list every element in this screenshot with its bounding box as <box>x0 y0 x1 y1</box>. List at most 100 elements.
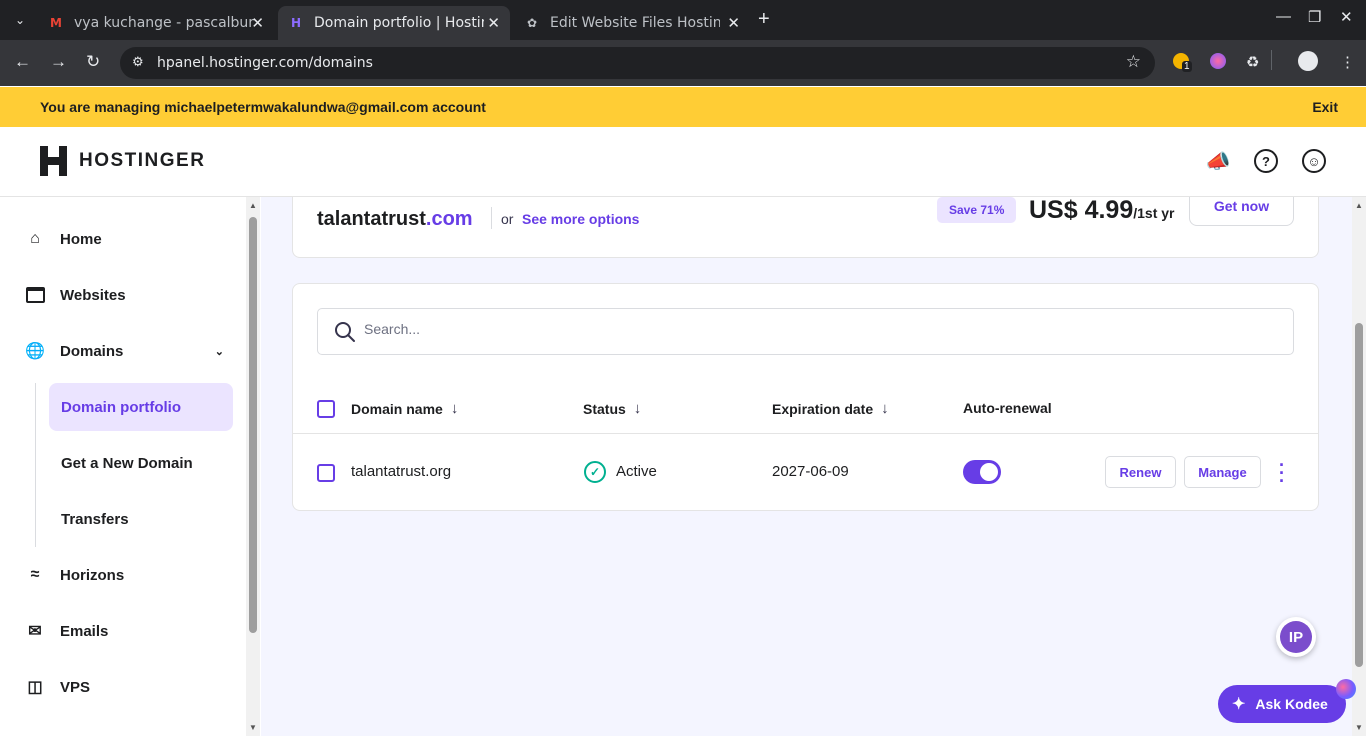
extension-brain-icon[interactable] <box>1210 53 1226 73</box>
toolbar-divider <box>1271 50 1272 70</box>
expiration-date-cell: 2027-06-09 <box>772 463 849 480</box>
check-circle-icon: ✓ <box>584 461 606 483</box>
main-scroll-thumb[interactable] <box>1355 323 1363 667</box>
mail-icon: ✉ <box>28 623 42 640</box>
new-tab-icon[interactable]: + <box>758 8 770 31</box>
column-auto-renewal: Auto-renewal <box>963 400 1052 416</box>
home-icon: ⌂ <box>30 230 40 247</box>
scroll-down-icon[interactable]: ▼ <box>1355 723 1363 732</box>
promo-or-text: or <box>501 211 514 227</box>
extensions-puzzle-icon[interactable]: ♻ <box>1246 53 1259 71</box>
banner-message: You are managing michaelpetermwakalundwa… <box>40 99 486 115</box>
browser-menu-icon[interactable]: ⋮ <box>1340 53 1355 71</box>
sidebar-item-get-new-domain[interactable]: Get a New Domain <box>49 439 233 487</box>
renew-button[interactable]: Renew <box>1105 456 1176 488</box>
domain-name-cell[interactable]: talantatrust.org <box>351 463 451 480</box>
sidebar-item-transfers[interactable]: Transfers <box>49 495 233 543</box>
sidebar-item-label: VPS <box>60 678 91 696</box>
tab-domain-portfolio[interactable]: H Domain portfolio | Hostin ✕ <box>278 6 510 40</box>
sidebar-item-domains[interactable]: 🌐 Domains ⌄ <box>24 331 224 371</box>
forward-icon[interactable]: → <box>50 52 67 72</box>
sidebar-scroll-thumb[interactable] <box>249 217 257 633</box>
scroll-down-icon[interactable]: ▼ <box>249 723 257 732</box>
browser-tab-strip: ⌄ M vya kuchange - pascalbur ✕ H Domain … <box>0 0 1366 40</box>
tab-title: Edit Website Files Hostin <box>550 15 720 31</box>
more-options-icon[interactable]: · · · <box>1277 456 1287 490</box>
search-input[interactable] <box>364 321 1264 337</box>
table-header: Domain name ↓ Status ↓ Expiration date ↓ Au… <box>293 384 1318 434</box>
url-text[interactable]: hpanel.hostinger.com/domains <box>157 55 373 71</box>
ask-kodee-button[interactable]: ✦ Ask Kodee <box>1218 685 1346 723</box>
site-info-icon[interactable]: ⚙ <box>132 54 144 70</box>
minimize-icon[interactable]: — <box>1276 8 1291 25</box>
scroll-up-icon[interactable]: ▲ <box>1355 201 1363 210</box>
submenu-guide-line <box>35 383 36 547</box>
column-domain-name[interactable]: Domain name ↓ <box>351 400 458 417</box>
main-scrollbar[interactable]: ▲ ▼ <box>1352 197 1366 736</box>
close-tab-icon[interactable]: ✕ <box>251 14 264 32</box>
save-badge: Save 71% <box>937 197 1017 223</box>
hostinger-icon: H <box>290 16 302 30</box>
sidebar-item-horizons[interactable]: ≈ Horizons <box>24 555 125 595</box>
sidebar-item-label: Horizons <box>60 566 125 584</box>
auto-renewal-toggle[interactable] <box>963 460 1001 484</box>
tab-gmail[interactable]: M vya kuchange - pascalbur ✕ <box>38 6 274 40</box>
scroll-up-icon[interactable]: ▲ <box>249 201 257 210</box>
manage-button[interactable]: Manage <box>1184 456 1261 488</box>
search-box[interactable] <box>317 308 1294 355</box>
sort-arrow-icon[interactable]: ↓ <box>634 400 642 417</box>
promo-domain-name: talantatrust <box>317 208 426 230</box>
tab-search-icon[interactable]: ⌄ <box>8 8 32 32</box>
promo-domain: talantatrust.com <box>317 208 473 231</box>
close-window-icon[interactable]: ✕ <box>1340 8 1353 26</box>
sort-arrow-icon[interactable]: ↓ <box>881 400 889 417</box>
table-row: talantatrust.org ✓ Active 2027-06-09 Ren… <box>293 435 1318 510</box>
sort-arrow-icon[interactable]: ↓ <box>451 400 459 417</box>
hostinger-logo[interactable]: HOSTINGER <box>40 146 205 176</box>
domain-promo-card: talantatrust.com or See more options Sav… <box>292 197 1319 258</box>
close-tab-icon[interactable]: ✕ <box>727 14 740 32</box>
extension-coin-icon[interactable]: 1 <box>1173 53 1192 73</box>
sidebar-scrollbar[interactable]: ▲ ▼ <box>246 197 260 736</box>
row-checkbox[interactable] <box>317 464 335 482</box>
sidebar-item-emails[interactable]: ✉ Emails <box>24 611 108 651</box>
openai-icon: ✿ <box>526 16 538 30</box>
search-icon <box>335 322 355 342</box>
logo-text: HOSTINGER <box>79 150 206 171</box>
megaphone-icon[interactable]: 📣 <box>1206 149 1231 173</box>
sparkle-icon: ✦ <box>1232 696 1246 713</box>
promo-price-amount: US$ 4.99 <box>1029 197 1134 224</box>
column-label: Auto-renewal <box>963 400 1052 416</box>
sidebar-item-vps[interactable]: ◫ VPS <box>24 667 90 707</box>
sidebar-item-label: Home <box>60 230 102 248</box>
brain-extension-icon[interactable] <box>1336 679 1356 699</box>
sidebar-item-label: Websites <box>60 286 126 304</box>
get-now-button[interactable]: Get now <box>1189 197 1294 226</box>
ip-widget-button[interactable]: IP <box>1276 617 1316 657</box>
sidebar-item-domain-portfolio[interactable]: Domain portfolio <box>49 383 233 431</box>
see-more-options-link[interactable]: See more options <box>522 211 639 227</box>
sidebar-item-label: Domains <box>60 342 124 360</box>
column-label: Domain name <box>351 400 443 417</box>
column-status[interactable]: Status ↓ <box>583 400 641 417</box>
exit-button[interactable]: Exit <box>1312 99 1338 115</box>
close-tab-icon[interactable]: ✕ <box>487 14 500 32</box>
bookmark-star-icon[interactable]: ☆ <box>1126 52 1141 72</box>
help-icon[interactable]: ? <box>1254 149 1278 173</box>
column-expiration-date[interactable]: Expiration date ↓ <box>772 400 889 417</box>
account-icon[interactable]: ☺ <box>1302 149 1326 173</box>
restore-icon[interactable]: ❐ <box>1308 8 1321 26</box>
sidebar-item-websites[interactable]: Websites <box>24 275 126 315</box>
tab-edit-website-files[interactable]: ✿ Edit Website Files Hostin ✕ <box>514 6 750 40</box>
profile-avatar[interactable] <box>1298 51 1318 75</box>
reload-icon[interactable]: ↻ <box>86 52 100 72</box>
address-bar[interactable]: ⚙ hpanel.hostinger.com/domains ☆ <box>120 47 1155 79</box>
chevron-down-icon: ⌄ <box>214 345 224 358</box>
toggle-knob <box>980 463 998 481</box>
sidebar-item-label: Emails <box>60 622 109 640</box>
back-icon[interactable]: ← <box>14 52 31 72</box>
sidebar-item-home[interactable]: ⌂ Home <box>24 219 102 259</box>
hostinger-logo-icon <box>40 146 67 176</box>
tab-title: Domain portfolio | Hostin <box>314 15 484 31</box>
select-all-checkbox[interactable] <box>317 400 335 418</box>
